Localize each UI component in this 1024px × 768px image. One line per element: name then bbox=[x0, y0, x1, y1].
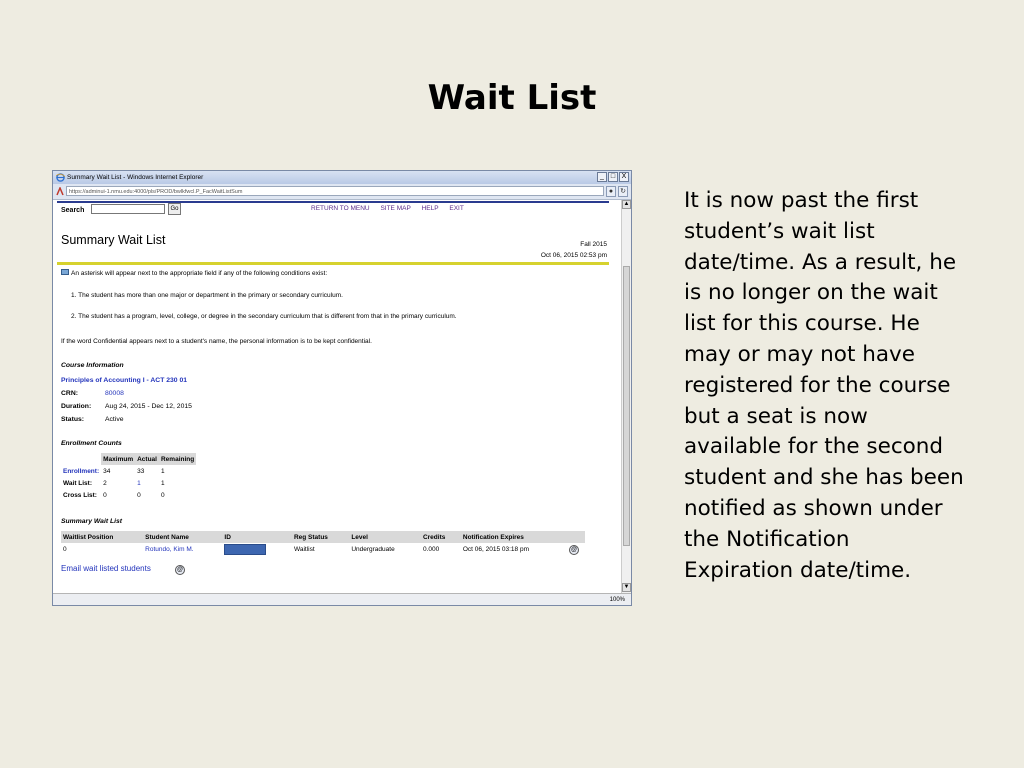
waitlist-remaining: 1 bbox=[160, 479, 165, 487]
condition-2: 2. The student has a program, level, col… bbox=[71, 313, 457, 320]
course-info-heading: Course Information bbox=[61, 362, 124, 369]
waitlist-position: 0 bbox=[63, 546, 67, 553]
col-notification-expires: Notification Expires bbox=[460, 531, 567, 543]
info-icon bbox=[61, 269, 69, 275]
enrollment-table: Maximum Actual Remaining Enrollment: 34 … bbox=[61, 453, 197, 501]
nav-return-to-menu[interactable]: RETURN TO MENU bbox=[311, 205, 370, 212]
table-row: Wait List: 2 1 1 bbox=[61, 477, 196, 489]
waitlist-table: Waitlist Position Student Name ID Reg St… bbox=[61, 531, 585, 556]
level: Undergraduate bbox=[351, 546, 395, 553]
header-divider bbox=[57, 262, 609, 265]
asterisk-notice: An asterisk will appear next to the appr… bbox=[71, 270, 328, 277]
minimize-button[interactable]: _ bbox=[597, 172, 607, 182]
url-field[interactable]: https://adminui-1.nmu.edu:4000/pls/PROD/… bbox=[66, 186, 604, 196]
notification-expires: Oct 06, 2015 03:18 pm bbox=[462, 546, 530, 553]
enrollment-remaining: 1 bbox=[160, 467, 165, 475]
lock-icon[interactable]: ● bbox=[606, 186, 616, 197]
crosslist-row-label: Cross List: bbox=[63, 491, 97, 499]
zoom-level[interactable]: 100% bbox=[610, 594, 625, 605]
waitlist-row-label: Wait List: bbox=[63, 479, 93, 487]
enrollment-header-remaining: Remaining bbox=[158, 453, 197, 465]
email-waitlisted-link[interactable]: Email wait listed students bbox=[61, 564, 151, 573]
status-value: Active bbox=[105, 416, 124, 423]
redacted-id bbox=[224, 544, 267, 555]
crn-label: CRN: bbox=[61, 390, 78, 397]
waitlist-actual: 1 bbox=[137, 479, 141, 487]
current-datetime: Oct 06, 2015 02:53 pm bbox=[540, 252, 607, 259]
slide-title: Wait List bbox=[427, 78, 597, 118]
email-waitlisted-icon[interactable]: @ bbox=[175, 565, 185, 575]
status-label: Status: bbox=[61, 416, 85, 423]
email-student-icon[interactable]: @ bbox=[569, 544, 579, 555]
nav-exit[interactable]: EXIT bbox=[449, 205, 463, 212]
student-id bbox=[222, 543, 292, 556]
scroll-down-icon[interactable]: ▼ bbox=[622, 583, 631, 592]
address-bar: https://adminui-1.nmu.edu:4000/pls/PROD/… bbox=[53, 184, 631, 200]
enrollment-maximum: 34 bbox=[103, 467, 111, 475]
col-student-name: Student Name bbox=[143, 531, 223, 543]
confidential-note: If the word Confidential appears next to… bbox=[61, 338, 372, 345]
credits: 0.000 bbox=[422, 546, 440, 553]
search-input[interactable] bbox=[91, 204, 165, 214]
enrollment-actual: 33 bbox=[137, 467, 145, 475]
crn-value: 80008 bbox=[105, 390, 124, 397]
col-id: ID bbox=[222, 531, 292, 543]
enrollment-row-label[interactable]: Enrollment: bbox=[61, 465, 101, 477]
scroll-up-icon[interactable]: ▲ bbox=[622, 200, 631, 209]
maximize-button[interactable]: □ bbox=[608, 172, 618, 182]
col-waitlist-position: Waitlist Position bbox=[61, 531, 144, 543]
enrollment-heading: Enrollment Counts bbox=[61, 440, 122, 447]
crosslist-remaining: 0 bbox=[160, 491, 165, 499]
search-label: Search bbox=[61, 207, 85, 214]
enrollment-header-actual: Actual bbox=[135, 453, 159, 465]
waitlist-maximum: 2 bbox=[103, 479, 107, 487]
scroll-thumb[interactable] bbox=[623, 266, 630, 546]
status-bar: 100% bbox=[53, 593, 631, 605]
duration-label: Duration: bbox=[61, 403, 92, 410]
nav-help[interactable]: HELP bbox=[422, 205, 439, 212]
enrollment-header-blank bbox=[61, 453, 101, 465]
browser-window: Summary Wait List - Windows Internet Exp… bbox=[52, 170, 632, 606]
enrollment-header-maximum: Maximum bbox=[101, 453, 136, 465]
term-label: Fall 2015 bbox=[580, 241, 607, 248]
vertical-scrollbar[interactable]: ▲ ▼ bbox=[621, 200, 631, 593]
student-name-link[interactable]: Rotundo, Kim M. bbox=[143, 543, 222, 556]
table-row: Cross List: 0 0 0 bbox=[61, 489, 196, 501]
duration-value: Aug 24, 2015 - Dec 12, 2015 bbox=[105, 403, 192, 410]
col-email bbox=[567, 531, 585, 543]
back-arrow-icon[interactable] bbox=[56, 187, 64, 196]
course-name: Principles of Accounting I - ACT 230 01 bbox=[61, 377, 188, 384]
ie-icon bbox=[56, 173, 65, 182]
summary-waitlist-heading: Summary Wait List bbox=[61, 518, 123, 525]
nav-links: RETURN TO MENU SITE MAP HELP EXIT bbox=[311, 205, 473, 212]
col-reg-status: Reg Status bbox=[291, 531, 350, 543]
nav-site-map[interactable]: SITE MAP bbox=[380, 205, 410, 212]
title-bar: Summary Wait List - Windows Internet Exp… bbox=[53, 171, 631, 184]
crosslist-maximum: 0 bbox=[103, 491, 107, 499]
refresh-icon[interactable]: ↻ bbox=[618, 186, 628, 197]
top-divider bbox=[57, 201, 609, 203]
reg-status: Waitlist bbox=[293, 546, 315, 553]
email-cell: @ bbox=[567, 543, 585, 556]
table-row: Enrollment: 34 33 1 bbox=[61, 465, 196, 477]
col-credits: Credits bbox=[420, 531, 461, 543]
col-level: Level bbox=[349, 531, 421, 543]
crosslist-actual: 0 bbox=[137, 491, 141, 499]
page-content: Search Go RETURN TO MENU SITE MAP HELP E… bbox=[53, 200, 619, 593]
page-title: Summary Wait List bbox=[61, 233, 166, 247]
condition-1: 1. The student has more than one major o… bbox=[71, 292, 343, 299]
go-button[interactable]: Go bbox=[168, 203, 181, 215]
table-row: 0 Rotundo, Kim M. Waitlist Undergraduate… bbox=[61, 543, 585, 556]
slide-body-text: It is now past the first student’s wait … bbox=[684, 188, 964, 583]
window-title: Summary Wait List - Windows Internet Exp… bbox=[67, 174, 204, 181]
close-button[interactable]: X bbox=[619, 172, 629, 182]
